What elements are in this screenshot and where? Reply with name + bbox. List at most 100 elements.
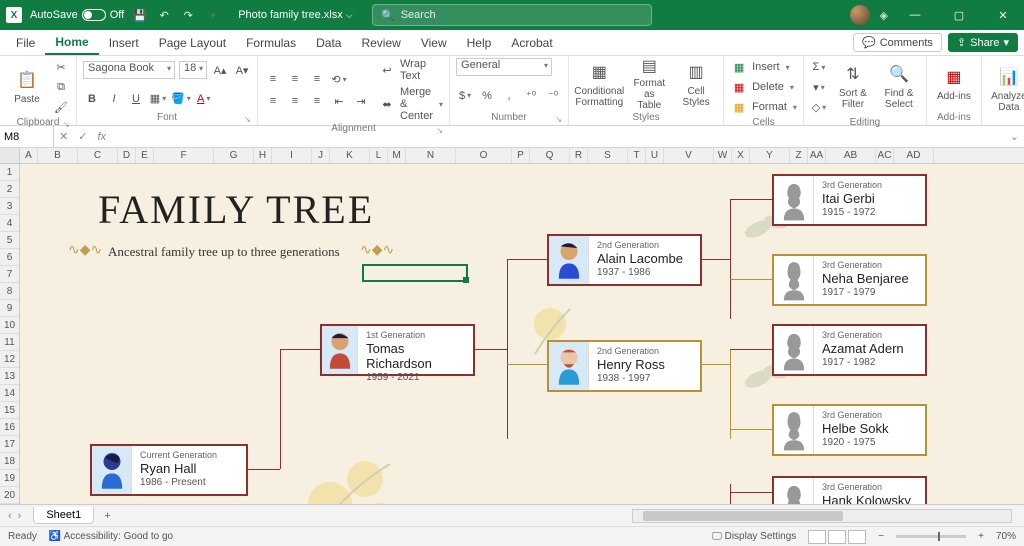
row-header[interactable]: 7	[0, 266, 19, 283]
row-header[interactable]: 11	[0, 334, 19, 351]
next-sheet-icon[interactable]: ›	[18, 510, 22, 522]
row-header[interactable]: 19	[0, 470, 19, 487]
card-gen3a[interactable]: 3rd GenerationItai Gerbi1915 - 1972	[772, 174, 927, 226]
cell-styles-button[interactable]: ▥Cell Styles	[675, 59, 717, 111]
select-all-corner[interactable]	[0, 148, 20, 163]
italic-icon[interactable]: I	[105, 90, 123, 108]
normal-view-icon[interactable]	[808, 530, 826, 544]
filename[interactable]: Photo family tree.xlsx ⌵	[238, 9, 352, 21]
delete-cells-button[interactable]: ▦Delete	[730, 78, 797, 96]
indent-dec-icon[interactable]: ⇤	[330, 92, 348, 110]
tab-insert[interactable]: Insert	[99, 30, 149, 55]
addins-button[interactable]: ▦Add-ins	[933, 59, 975, 111]
tab-home[interactable]: Home	[45, 30, 98, 55]
accept-formula-icon[interactable]: ✓	[73, 130, 92, 143]
column-header[interactable]: T	[628, 148, 646, 163]
zoom-level[interactable]: 70%	[996, 531, 1016, 542]
format-as-table-button[interactable]: ▤Format as Table	[627, 59, 671, 111]
column-header[interactable]: O	[456, 148, 512, 163]
row-header[interactable]: 18	[0, 453, 19, 470]
row-headers[interactable]: 1234567891011121314151617181920	[0, 164, 20, 504]
row-header[interactable]: 16	[0, 419, 19, 436]
cut-icon[interactable]: ✂	[52, 58, 70, 76]
card-gen3e[interactable]: 3rd GenerationHank Kolowsky	[772, 476, 927, 504]
row-header[interactable]: 15	[0, 402, 19, 419]
card-current[interactable]: Current GenerationRyan Hall1986 - Presen…	[90, 444, 248, 496]
column-header[interactable]: B	[38, 148, 78, 163]
minimize-button[interactable]: —	[898, 0, 932, 30]
add-sheet-button[interactable]: +	[94, 510, 120, 522]
page-break-view-icon[interactable]	[848, 530, 866, 544]
column-header[interactable]: AB	[826, 148, 876, 163]
font-color-icon[interactable]: A	[195, 90, 213, 108]
indent-inc-icon[interactable]: ⇥	[352, 92, 370, 110]
increase-font-icon[interactable]: A▴	[211, 61, 229, 79]
close-button[interactable]: ✕	[986, 0, 1020, 30]
coming-soon-icon[interactable]: ◈	[880, 9, 888, 22]
autosave-toggle[interactable]: AutoSave Off	[30, 9, 124, 21]
column-header[interactable]: J	[312, 148, 330, 163]
expand-formula-icon[interactable]: ⌄	[1005, 130, 1024, 143]
column-header[interactable]: S	[588, 148, 628, 163]
comments-button[interactable]: 💬 Comments	[853, 33, 942, 52]
fill-icon[interactable]: ▾	[810, 78, 828, 96]
column-header[interactable]: F	[154, 148, 214, 163]
tab-acrobat[interactable]: Acrobat	[501, 30, 562, 55]
column-header[interactable]: K	[330, 148, 370, 163]
merge-center-button[interactable]: ⬌Merge & Center	[378, 86, 443, 122]
align-bottom-icon[interactable]: ≡	[308, 70, 326, 88]
column-header[interactable]: V	[664, 148, 714, 163]
column-header[interactable]: AC	[876, 148, 894, 163]
save-icon[interactable]: 💾	[132, 7, 148, 23]
row-header[interactable]: 17	[0, 436, 19, 453]
row-header[interactable]: 5	[0, 232, 19, 249]
column-header[interactable]: L	[370, 148, 388, 163]
column-header[interactable]: P	[512, 148, 530, 163]
copy-icon[interactable]: ⧉	[52, 78, 70, 96]
cell-selection[interactable]	[362, 264, 468, 282]
search-input[interactable]: 🔍 Search	[372, 4, 652, 26]
column-header[interactable]: I	[272, 148, 312, 163]
inc-decimal-icon[interactable]: ⁺⁰	[522, 87, 540, 105]
analyze-data-button[interactable]: 📊Analyze Data	[988, 64, 1024, 116]
column-header[interactable]: R	[570, 148, 588, 163]
align-right-icon[interactable]: ≡	[308, 92, 326, 110]
column-header[interactable]: U	[646, 148, 664, 163]
cancel-formula-icon[interactable]: ✕	[54, 130, 73, 143]
row-header[interactable]: 12	[0, 351, 19, 368]
card-gen1[interactable]: 1st GenerationTomas Richardson1959 - 202…	[320, 324, 475, 376]
currency-icon[interactable]: $	[456, 87, 474, 105]
dec-decimal-icon[interactable]: ⁻⁰	[544, 87, 562, 105]
font-size-select[interactable]: 18	[179, 61, 207, 79]
fill-color-icon[interactable]: 🪣	[171, 90, 191, 108]
column-header[interactable]: AD	[894, 148, 934, 163]
zoom-slider[interactable]	[896, 535, 966, 538]
row-header[interactable]: 8	[0, 283, 19, 300]
card-gen3d[interactable]: 3rd GenerationHelbe Sokk1920 - 1975	[772, 404, 927, 456]
clear-icon[interactable]: ◇	[810, 98, 828, 116]
column-headers[interactable]: ABCDEFGHIJKLMNOPQRSTUVWXYZAAABACAD	[0, 148, 1024, 164]
column-header[interactable]: M	[388, 148, 406, 163]
column-header[interactable]: N	[406, 148, 456, 163]
sort-filter-button[interactable]: ⇅Sort & Filter	[832, 61, 874, 113]
page-layout-view-icon[interactable]	[828, 530, 846, 544]
row-header[interactable]: 9	[0, 300, 19, 317]
maximize-button[interactable]: ▢	[942, 0, 976, 30]
row-header[interactable]: 14	[0, 385, 19, 402]
zoom-out-button[interactable]: −	[878, 531, 884, 542]
zoom-in-button[interactable]: +	[978, 531, 984, 542]
sheet-canvas[interactable]: ∿◆∿ FAMILY TREE ∿◆∿ Ancestral family tre…	[20, 164, 1024, 504]
column-header[interactable]: Y	[750, 148, 790, 163]
row-header[interactable]: 2	[0, 181, 19, 198]
column-header[interactable]: AA	[808, 148, 826, 163]
card-gen3c[interactable]: 3rd GenerationAzamat Adern1917 - 1982	[772, 324, 927, 376]
row-header[interactable]: 20	[0, 487, 19, 504]
column-header[interactable]: Q	[530, 148, 570, 163]
comma-icon[interactable]: ,	[500, 87, 518, 105]
column-header[interactable]: X	[732, 148, 750, 163]
border-icon[interactable]: ▦	[149, 90, 167, 108]
tab-page-layout[interactable]: Page Layout	[149, 30, 236, 55]
wrap-text-button[interactable]: ↩Wrap Text	[378, 58, 443, 82]
sheet-tab[interactable]: Sheet1	[33, 507, 94, 524]
undo-icon[interactable]: ↶	[156, 7, 172, 23]
